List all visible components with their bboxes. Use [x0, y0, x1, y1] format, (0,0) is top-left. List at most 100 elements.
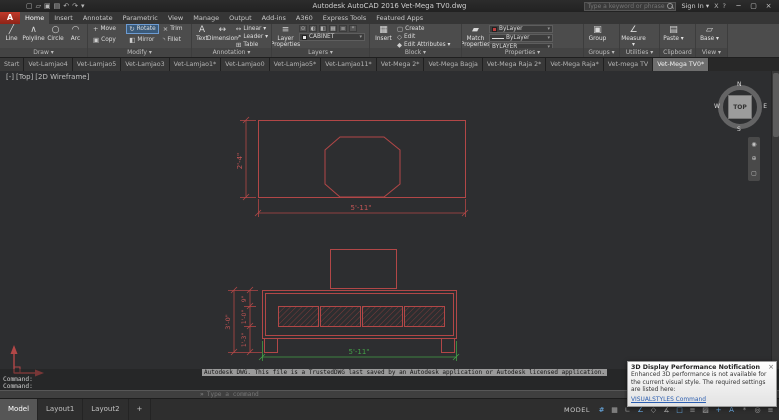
- visualstyles-link[interactable]: VISUALSTYLES Command: [631, 397, 706, 403]
- layer-on-icon[interactable]: ⊙: [299, 25, 307, 32]
- layout-tab[interactable]: +: [129, 399, 152, 420]
- file-tab[interactable]: Vet-Lamjao4: [24, 58, 73, 71]
- maximize-button[interactable]: ▢: [746, 0, 761, 12]
- file-tab[interactable]: Vet-Lamjao5*: [269, 58, 322, 71]
- layer-lock-icon[interactable]: ◧: [319, 25, 327, 32]
- viewport-menu-button[interactable]: [-]: [6, 73, 14, 81]
- undo-icon[interactable]: ↶: [63, 0, 69, 12]
- file-tab[interactable]: Start: [0, 58, 25, 71]
- dimension-tool[interactable]: ↔ Dimension: [207, 25, 238, 42]
- circle-tool[interactable]: ○ Circle: [47, 25, 64, 42]
- trim-tool[interactable]: × Trim: [161, 25, 188, 33]
- layer-prev-icon[interactable]: *: [349, 25, 357, 32]
- ribbon-tab[interactable]: Express Tools: [318, 12, 371, 24]
- scrollbar-thumb[interactable]: [773, 73, 779, 137]
- model-space-button[interactable]: MODEL: [564, 406, 590, 414]
- pan-icon[interactable]: ⊕: [751, 155, 756, 162]
- panel-label-modify[interactable]: Modify ▾: [88, 48, 191, 57]
- viewcube-top-face[interactable]: TOP: [728, 95, 752, 119]
- save-icon[interactable]: ▣: [44, 0, 51, 12]
- panel-label-block[interactable]: Block ▾: [370, 48, 461, 57]
- ribbon-tab[interactable]: A360: [291, 12, 318, 24]
- layout-tab[interactable]: Model: [0, 399, 39, 420]
- group-tool[interactable]: ▣ Group: [587, 25, 608, 42]
- search-input[interactable]: [587, 2, 666, 10]
- base-tool[interactable]: ▱ Base ▾: [699, 25, 720, 42]
- ribbon-tab[interactable]: Featured Apps: [371, 12, 428, 24]
- edit-attributes-tool[interactable]: ◆ Edit Attributes ▾: [397, 41, 450, 48]
- grid-icon[interactable]: #: [595, 402, 608, 418]
- viewcube-east[interactable]: E: [763, 103, 767, 110]
- file-tab[interactable]: Vet-mega TV: [603, 58, 654, 71]
- close-icon[interactable]: ×: [768, 363, 774, 371]
- zoom-extents-icon[interactable]: ▢: [751, 170, 757, 177]
- ribbon-tab[interactable]: Manage: [188, 12, 224, 24]
- viewcube-west[interactable]: W: [714, 103, 720, 110]
- panel-label-groups[interactable]: Groups ▾: [584, 48, 619, 57]
- vertical-scrollbar[interactable]: [771, 71, 779, 369]
- panel-label-annotation[interactable]: Annotation ▾: [192, 48, 271, 57]
- object-color-dropdown[interactable]: ByLayer ▾: [489, 25, 553, 33]
- match-properties-tool[interactable]: ▰ Match Properties: [462, 25, 490, 48]
- panel-label-draw[interactable]: Draw ▾: [0, 48, 87, 57]
- file-tab[interactable]: Vet-Mega 2*: [376, 58, 425, 71]
- mirror-tool[interactable]: ◧ Mirror: [127, 36, 158, 44]
- file-tab[interactable]: Vet-Lamjao3: [121, 58, 170, 71]
- table-tool[interactable]: ⊞ Table: [236, 41, 268, 48]
- exchange-apps-icon[interactable]: X: [714, 2, 718, 10]
- view-control-button[interactable]: [Top]: [16, 73, 33, 81]
- viewcube[interactable]: N W S E TOP: [714, 81, 767, 133]
- file-tab[interactable]: Vet-Mega Bagja: [424, 58, 483, 71]
- move-tool[interactable]: + Move: [91, 25, 124, 33]
- measure-tool[interactable]: ∠ Measure ▾: [621, 25, 646, 48]
- layer-isolate-icon[interactable]: ▦: [329, 25, 337, 32]
- layer-dropdown[interactable]: CABINET ▾: [299, 33, 365, 41]
- panel-label-utilities[interactable]: Utilities ▾: [620, 48, 659, 57]
- panel-label-clipboard[interactable]: Clipboard: [660, 48, 695, 57]
- search-icon[interactable]: [667, 3, 674, 9]
- insert-tool[interactable]: ▦ Insert: [373, 25, 394, 42]
- layout-tab[interactable]: Layout2: [83, 399, 129, 420]
- file-tab[interactable]: Vet-Lamjao11*: [321, 58, 377, 71]
- layer-freeze-icon[interactable]: ◐: [309, 25, 317, 32]
- linetype-dropdown[interactable]: ByLayer ▾: [489, 34, 553, 42]
- ribbon-tab[interactable]: Add-ins: [257, 12, 291, 24]
- panel-label-properties[interactable]: Properties ▾: [462, 48, 583, 57]
- viewcube-south[interactable]: S: [737, 126, 741, 133]
- file-tab[interactable]: Vet-Mega Raja 2*: [482, 58, 547, 71]
- ribbon-tab[interactable]: View: [163, 12, 188, 24]
- arc-tool[interactable]: ◠ Arc: [67, 25, 84, 42]
- ribbon-tab[interactable]: Annotate: [78, 12, 118, 24]
- paste-tool[interactable]: ▤ Paste ▾: [663, 25, 684, 42]
- ribbon-tab[interactable]: Insert: [49, 12, 78, 24]
- close-button[interactable]: ×: [761, 0, 776, 12]
- redo-icon[interactable]: ↷: [72, 0, 78, 12]
- file-tab[interactable]: Vet-Mega Raja*: [546, 58, 604, 71]
- edit-block-tool[interactable]: ◇ Edit: [397, 33, 450, 41]
- new-icon[interactable]: ▢: [26, 0, 33, 12]
- panel-label-view[interactable]: View ▾: [696, 48, 727, 57]
- file-tab[interactable]: Vet-Lamjao0: [221, 58, 270, 71]
- minimize-button[interactable]: ─: [731, 0, 746, 12]
- layer-properties-tool[interactable]: ≡ Layer Properties: [272, 25, 300, 48]
- line-tool[interactable]: ╱ Line: [3, 25, 20, 42]
- visual-style-button[interactable]: [2D Wireframe]: [35, 73, 89, 81]
- file-tab[interactable]: Vet-Lamjao1*: [169, 58, 222, 71]
- signin-button[interactable]: Sign In ▾: [681, 2, 709, 10]
- ribbon-tab[interactable]: Parametric: [118, 12, 163, 24]
- layout-tab[interactable]: Layout1: [38, 399, 84, 420]
- file-tab[interactable]: Vet-Mega TV0*: [653, 58, 710, 71]
- rotate-tool[interactable]: ↻ Rotate: [126, 24, 159, 34]
- viewcube-north[interactable]: N: [737, 81, 742, 88]
- drawing-area[interactable]: 2'-4" 5'-11" 9" 1'-0" 1'-3" 3'-0" 5'-11"…: [0, 71, 779, 398]
- panel-label-layers[interactable]: Layers ▾: [272, 48, 369, 57]
- create-block-tool[interactable]: ▢ Create: [397, 25, 450, 33]
- leader-tool[interactable]: ↗ Leader ▾: [236, 33, 268, 41]
- copy-tool[interactable]: ▣ Copy: [91, 36, 124, 44]
- ribbon-tab[interactable]: Home: [20, 12, 50, 24]
- qat-dropdown-icon[interactable]: ▾: [81, 0, 85, 12]
- plot-icon[interactable]: ▤: [54, 0, 61, 12]
- help-icon[interactable]: ?: [723, 2, 726, 10]
- app-menu-button[interactable]: A: [0, 12, 20, 24]
- layer-match-icon[interactable]: ≡: [339, 25, 347, 32]
